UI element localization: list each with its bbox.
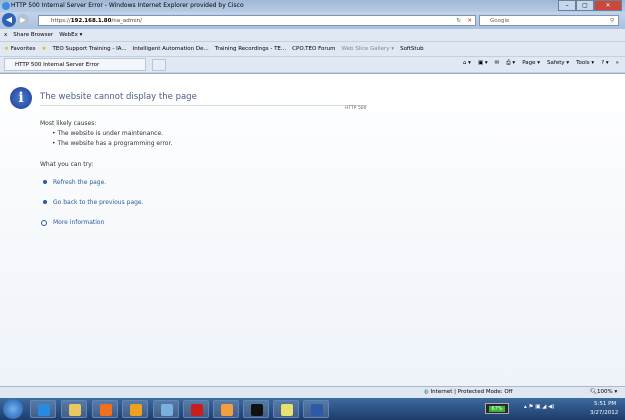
- tab-bar: HTTP 500 Internal Server Error ⌂ ▾ ▣ ▾ ✉…: [0, 57, 625, 73]
- zoom-level: 100%: [596, 389, 613, 395]
- maximize-button[interactable]: ▢: [576, 0, 594, 11]
- address-path: /na_admin/: [111, 18, 142, 24]
- ie-icon: [2, 2, 10, 10]
- go-back-link[interactable]: Go back to the previous page.: [53, 199, 144, 206]
- favorite-link[interactable]: SoftStub: [400, 46, 423, 52]
- taskbar-sticky-notes[interactable]: [273, 400, 299, 418]
- more-information-link[interactable]: More information: [53, 219, 104, 226]
- bullet-icon: [43, 200, 47, 204]
- taskbar: 67% ▴ ⚑ ▣ ◢ ◀) 5:51 PM 3/27/2012: [0, 398, 625, 420]
- forward-button[interactable]: ▶: [17, 14, 29, 26]
- home-button[interactable]: ⌂ ▾: [463, 60, 471, 67]
- search-icon[interactable]: ⚲: [610, 16, 614, 26]
- info-icon: i: [10, 87, 32, 109]
- http-code: HTTP 500: [345, 106, 367, 111]
- feeds-button[interactable]: ▣ ▾: [478, 60, 488, 67]
- causes-label: Most likely causes:: [40, 120, 97, 127]
- favorite-link[interactable]: CPO.TEO Forum: [292, 46, 335, 52]
- zone-text: Internet | Protected Mode: Off: [430, 389, 513, 395]
- system-tray: 67% ▴ ⚑ ▣ ◢ ◀) 5:51 PM 3/27/2012: [480, 398, 625, 420]
- start-button[interactable]: [3, 399, 23, 419]
- refresh-icon[interactable]: ↻: [456, 16, 461, 26]
- address-prefix: https://: [51, 18, 71, 24]
- taskbar-explorer[interactable]: [61, 400, 87, 418]
- favorite-link[interactable]: Intelligent Automation De...: [133, 46, 209, 52]
- refresh-link[interactable]: Refresh the page.: [53, 179, 106, 186]
- cause-text: The website has a programming error.: [57, 140, 173, 147]
- status-bar: ◍ Internet | Protected Mode: Off 🔍︎100% …: [0, 386, 625, 398]
- taskbar-ie[interactable]: [30, 400, 56, 418]
- add-favorite-icon[interactable]: ★: [42, 46, 47, 52]
- share-browser-button[interactable]: Share Browser: [13, 32, 53, 38]
- favorite-link[interactable]: Training Recordings - TE...: [215, 46, 286, 52]
- title-bar: HTTP 500 Internal Server Error - Windows…: [0, 0, 625, 12]
- taskbar-media-player[interactable]: [92, 400, 118, 418]
- taskbar-cmd[interactable]: [243, 400, 269, 418]
- navigation-bar: ◀ ▶ https://192.168.1.80/na_admin/ ↻ ✕ G…: [0, 12, 625, 29]
- tab-active[interactable]: HTTP 500 Internal Server Error: [4, 58, 146, 71]
- stop-icon[interactable]: ✕: [467, 16, 472, 26]
- favorite-link[interactable]: TEO Support Training - IA...: [52, 46, 126, 52]
- address-bar[interactable]: https://192.168.1.80/na_admin/ ↻ ✕: [38, 15, 476, 26]
- minimize-button[interactable]: –: [558, 0, 576, 11]
- favorite-link[interactable]: Web Slice Gallery ▾: [342, 46, 395, 52]
- taskbar-acrobat[interactable]: [183, 400, 209, 418]
- close-button[interactable]: ✕: [594, 0, 622, 11]
- clock-time[interactable]: 5:51 PM: [594, 401, 616, 407]
- cause-item: • The website is under maintenance.: [52, 130, 164, 137]
- expand-icon[interactable]: [41, 220, 47, 226]
- security-zone[interactable]: ◍ Internet | Protected Mode: Off: [424, 387, 513, 398]
- globe-icon: ◍: [424, 389, 429, 395]
- more-chevron-icon[interactable]: »: [616, 60, 619, 67]
- bullet-icon: [43, 180, 47, 184]
- favorites-button[interactable]: ★ Favorites: [4, 46, 36, 52]
- favorites-bar: ★ Favorites ★ TEO Support Training - IA.…: [0, 42, 625, 57]
- zoom-control[interactable]: 🔍︎100% ▾: [590, 387, 617, 398]
- search-input[interactable]: Google ⚲: [479, 15, 619, 26]
- tray-icons[interactable]: ▴ ⚑ ▣ ◢ ◀): [524, 404, 555, 410]
- back-button[interactable]: ◀: [2, 13, 16, 27]
- taskbar-app[interactable]: [213, 400, 239, 418]
- window-title: HTTP 500 Internal Server Error - Windows…: [11, 2, 244, 9]
- page-menu[interactable]: Page ▾: [522, 60, 540, 67]
- try-label: What you can try:: [40, 161, 94, 168]
- taskbar-outlook[interactable]: [122, 400, 148, 418]
- battery-percent: 67%: [489, 406, 505, 412]
- taskbar-word[interactable]: [303, 400, 329, 418]
- address-host: 192.168.1.80: [70, 18, 112, 24]
- print-button[interactable]: ⎙ ▾: [506, 60, 515, 67]
- clock-date[interactable]: 3/27/2012: [590, 410, 618, 416]
- safety-menu[interactable]: Safety ▾: [547, 60, 569, 67]
- taskbar-app[interactable]: [153, 400, 179, 418]
- favorites-label: Favorites: [10, 46, 36, 52]
- page-heading: The website cannot display the page: [40, 92, 197, 102]
- cause-item: • The website has a programming error.: [52, 140, 173, 147]
- cause-text: The website is under maintenance.: [57, 130, 164, 137]
- webex-toolbar: x Share Browser WebEx ▾: [0, 29, 625, 42]
- battery-indicator[interactable]: 67%: [485, 403, 509, 414]
- tab-label: HTTP 500 Internal Server Error: [15, 62, 100, 68]
- divider: [40, 105, 367, 106]
- search-placeholder: Google: [490, 18, 510, 24]
- webex-menu[interactable]: WebEx ▾: [59, 32, 82, 38]
- page-content: i The website cannot display the page HT…: [0, 73, 625, 386]
- new-tab-button[interactable]: [152, 58, 166, 71]
- help-menu[interactable]: ? ▾: [601, 60, 608, 67]
- mail-button[interactable]: ✉: [495, 60, 500, 67]
- tools-menu[interactable]: Tools ▾: [576, 60, 594, 67]
- star-icon: ★: [4, 46, 9, 52]
- toolbar-close-icon[interactable]: x: [4, 32, 7, 38]
